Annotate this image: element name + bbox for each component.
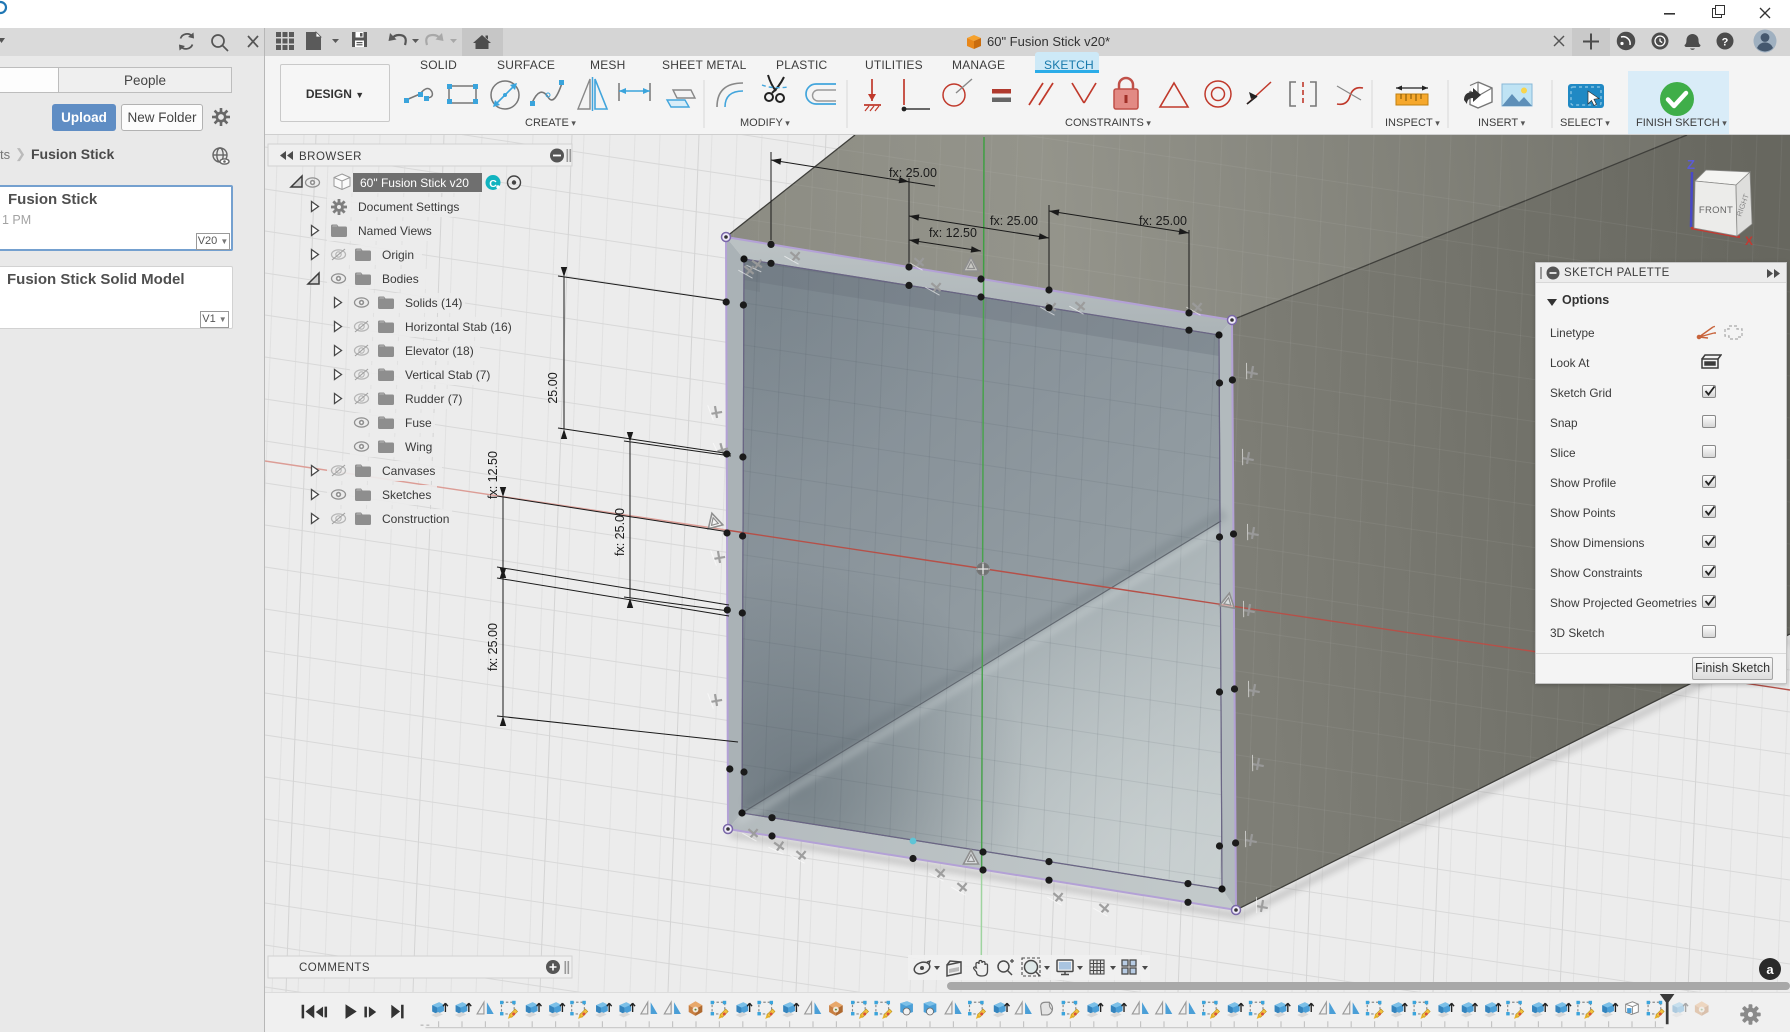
svg-text:Document Settings: Document Settings — [358, 200, 459, 214]
svg-text:Canvases: Canvases — [382, 464, 435, 478]
svg-text:fx: 25.00: fx: 25.00 — [889, 166, 937, 180]
svg-text:fx: 25.00: fx: 25.00 — [613, 508, 627, 556]
svg-text:Elevator (18): Elevator (18) — [405, 344, 474, 358]
svg-text:fx: 25.00: fx: 25.00 — [486, 623, 500, 671]
svg-text:?: ? — [1722, 37, 1729, 49]
svg-text:25.00: 25.00 — [546, 372, 560, 403]
svg-text:a: a — [1766, 962, 1774, 977]
svg-text:fx: 12.50: fx: 12.50 — [929, 226, 977, 240]
svg-text:fx: 12.50: fx: 12.50 — [486, 451, 500, 499]
svg-text:BROWSER: BROWSER — [299, 151, 362, 163]
svg-text:Construction: Construction — [382, 512, 449, 526]
svg-text:Fuse: Fuse — [405, 416, 432, 430]
svg-text:Origin: Origin — [382, 248, 414, 262]
svg-text:60" Fusion Stick v20*: 60" Fusion Stick v20* — [987, 34, 1110, 49]
svg-text:Horizontal Stab (16): Horizontal Stab (16) — [405, 320, 512, 334]
svg-text:Rudder (7): Rudder (7) — [405, 392, 462, 406]
svg-text:Bodies: Bodies — [382, 272, 419, 286]
svg-text:Z: Z — [1687, 157, 1695, 172]
svg-text:Sketches: Sketches — [382, 488, 431, 502]
svg-text:fx: 25.00: fx: 25.00 — [1139, 214, 1187, 228]
svg-text:fx: 25.00: fx: 25.00 — [990, 214, 1038, 228]
svg-text:Wing: Wing — [405, 440, 432, 454]
svg-text:60" Fusion Stick v20: 60" Fusion Stick v20 — [360, 176, 469, 190]
svg-text:Solids (14): Solids (14) — [405, 296, 462, 310]
svg-text:FRONT: FRONT — [1699, 205, 1733, 216]
svg-text:COMMENTS: COMMENTS — [299, 962, 370, 974]
svg-text:X: X — [1745, 234, 1753, 248]
svg-text:C: C — [489, 178, 497, 190]
svg-text:Named Views: Named Views — [358, 224, 432, 238]
svg-text:Vertical Stab (7): Vertical Stab (7) — [405, 368, 490, 382]
